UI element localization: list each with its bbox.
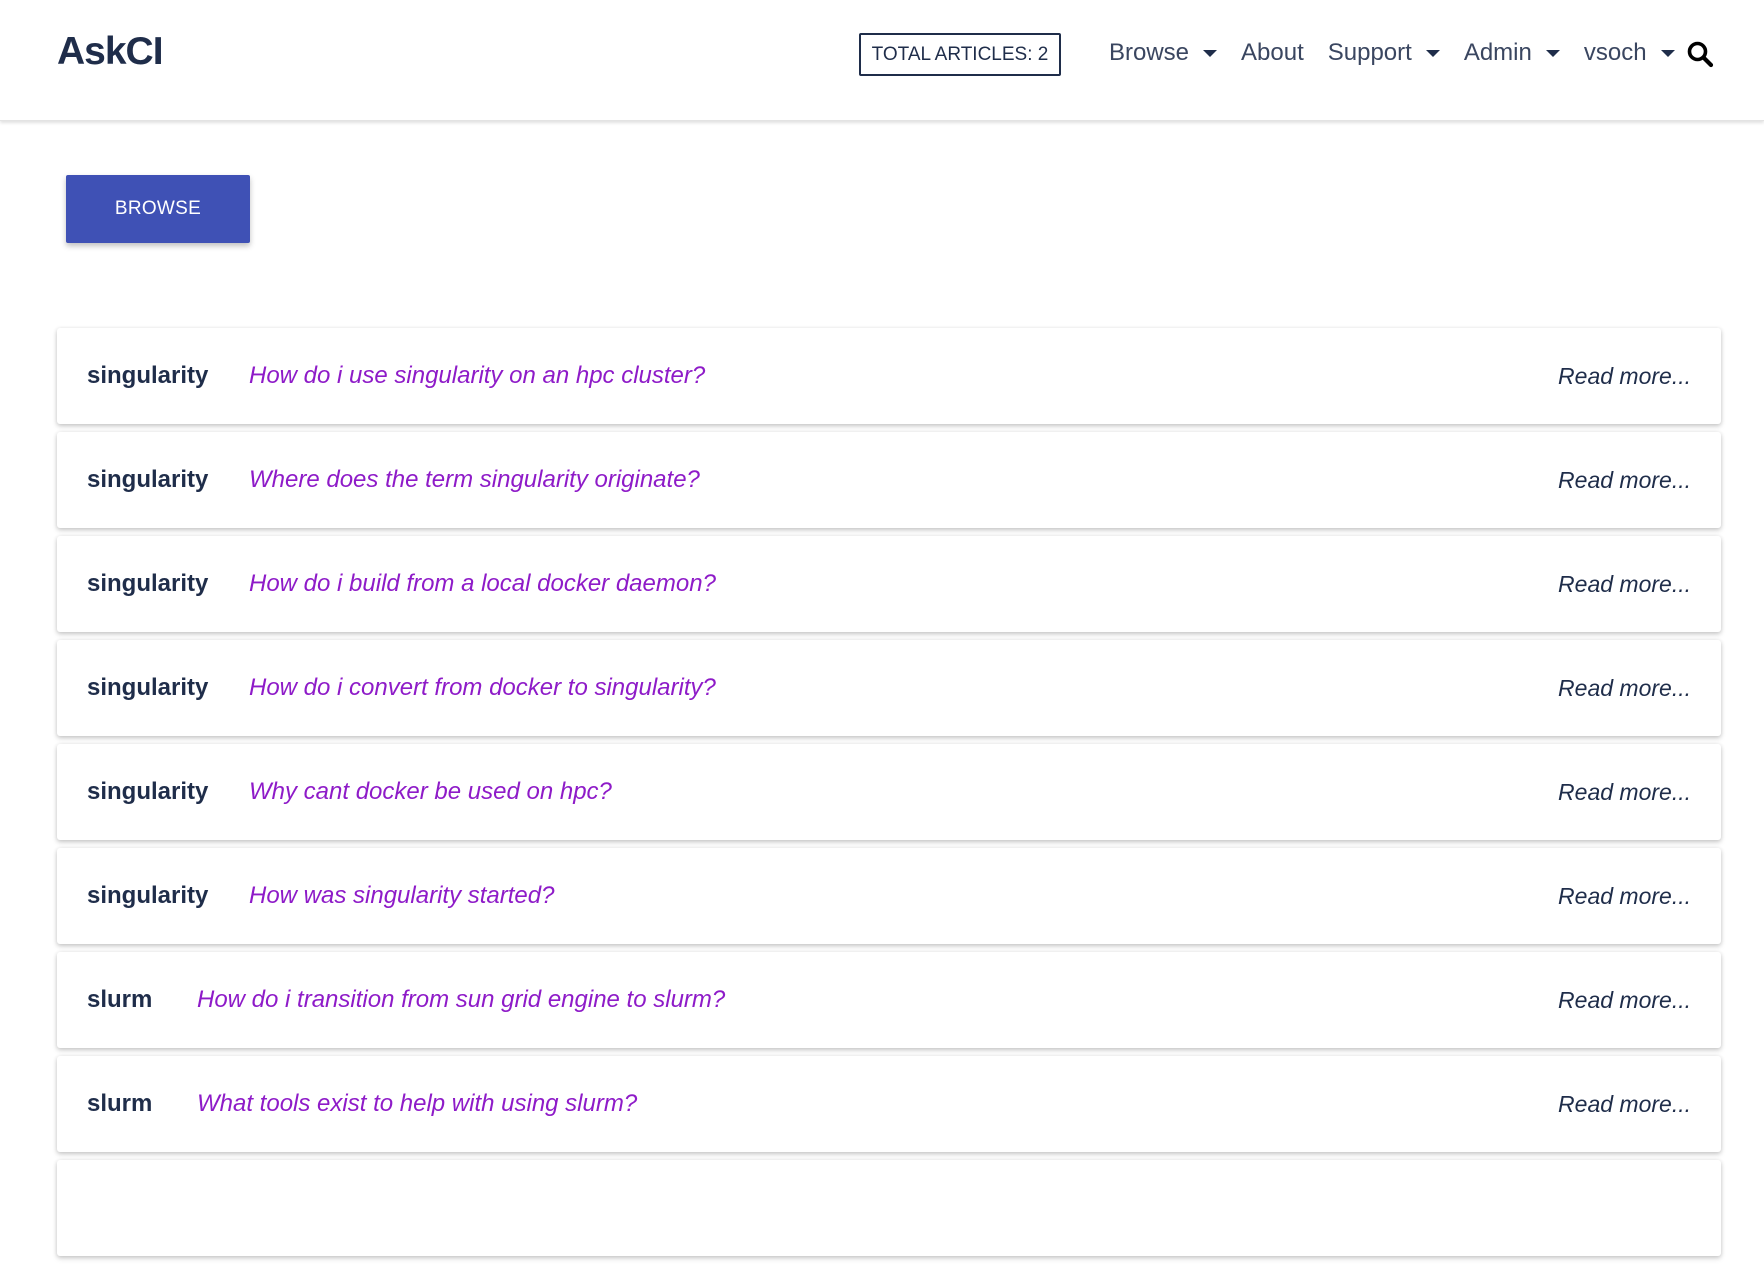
article-tag[interactable]: singularity xyxy=(87,674,208,702)
article-tag[interactable]: slurm xyxy=(87,1090,152,1118)
article-card[interactable]: slurm What tools exist to help with usin… xyxy=(57,1056,1721,1152)
read-more-link[interactable]: Read more... xyxy=(1558,1091,1691,1118)
article-card[interactable]: singularity Why cant docker be used on h… xyxy=(57,744,1721,840)
read-more-link[interactable]: Read more... xyxy=(1558,675,1691,702)
article-title-link[interactable]: How do i use singularity on an hpc clust… xyxy=(249,362,705,390)
caret-down-icon xyxy=(1545,49,1560,57)
nav-user-label: vsoch xyxy=(1583,39,1647,66)
article-title-link[interactable]: Where does the term singularity originat… xyxy=(249,466,700,494)
read-more-link[interactable]: Read more... xyxy=(1558,883,1691,910)
top-navbar: AskCI TOTAL ARTICLES: 2 Browse About Sup… xyxy=(0,0,1764,121)
nav-about-link[interactable]: About xyxy=(1241,39,1304,67)
read-more-link[interactable]: Read more... xyxy=(1558,779,1691,806)
article-title-link[interactable]: Why cant docker be used on hpc? xyxy=(249,778,612,806)
nav-support-dropdown[interactable]: Support xyxy=(1328,39,1440,67)
caret-down-icon xyxy=(1425,49,1440,57)
article-title-link[interactable]: How do i transition from sun grid engine… xyxy=(197,986,725,1014)
article-card-partial[interactable] xyxy=(57,1160,1721,1256)
article-tag[interactable]: singularity xyxy=(87,362,208,390)
read-more-link[interactable]: Read more... xyxy=(1558,467,1691,494)
caret-down-icon xyxy=(1660,49,1675,57)
article-tag[interactable]: singularity xyxy=(87,570,208,598)
search-icon[interactable] xyxy=(1686,40,1714,68)
article-title-link[interactable]: How do i build from a local docker daemo… xyxy=(249,570,716,598)
nav-support-label: Support xyxy=(1327,39,1412,66)
article-card[interactable]: singularity How do i use singularity on … xyxy=(57,328,1721,424)
nav-admin-dropdown[interactable]: Admin xyxy=(1464,39,1560,67)
read-more-link[interactable]: Read more... xyxy=(1558,363,1691,390)
nav-browse-dropdown[interactable]: Browse xyxy=(1109,39,1218,67)
total-articles-badge[interactable]: TOTAL ARTICLES: 2 xyxy=(859,33,1061,76)
brand-logo[interactable]: AskCI xyxy=(57,30,164,74)
article-title-link[interactable]: How was singularity started? xyxy=(249,882,554,910)
article-card[interactable]: slurm How do i transition from sun grid … xyxy=(57,952,1721,1048)
nav-links: Browse About Support Admin vsoch xyxy=(1109,35,1699,71)
caret-down-icon xyxy=(1203,49,1218,57)
article-list: singularity How do i use singularity on … xyxy=(57,328,1721,1264)
read-more-link[interactable]: Read more... xyxy=(1558,987,1691,1014)
article-card[interactable]: singularity How do i build from a local … xyxy=(57,536,1721,632)
nav-about-label: About xyxy=(1241,39,1304,66)
nav-admin-label: Admin xyxy=(1463,39,1532,66)
read-more-link[interactable]: Read more... xyxy=(1558,571,1691,598)
article-card[interactable]: singularity Where does the term singular… xyxy=(57,432,1721,528)
article-tag[interactable]: slurm xyxy=(87,986,152,1014)
article-title-link[interactable]: How do i convert from docker to singular… xyxy=(249,674,716,702)
article-card[interactable]: singularity How was singularity started?… xyxy=(57,848,1721,944)
article-tag[interactable]: singularity xyxy=(87,778,208,806)
article-tag[interactable]: singularity xyxy=(87,882,208,910)
nav-user-dropdown[interactable]: vsoch xyxy=(1584,39,1675,67)
article-tag[interactable]: singularity xyxy=(87,466,208,494)
article-title-link[interactable]: What tools exist to help with using slur… xyxy=(197,1090,637,1118)
browse-button[interactable]: BROWSE xyxy=(66,175,250,243)
article-card[interactable]: singularity How do i convert from docker… xyxy=(57,640,1721,736)
nav-browse-label: Browse xyxy=(1109,39,1190,66)
